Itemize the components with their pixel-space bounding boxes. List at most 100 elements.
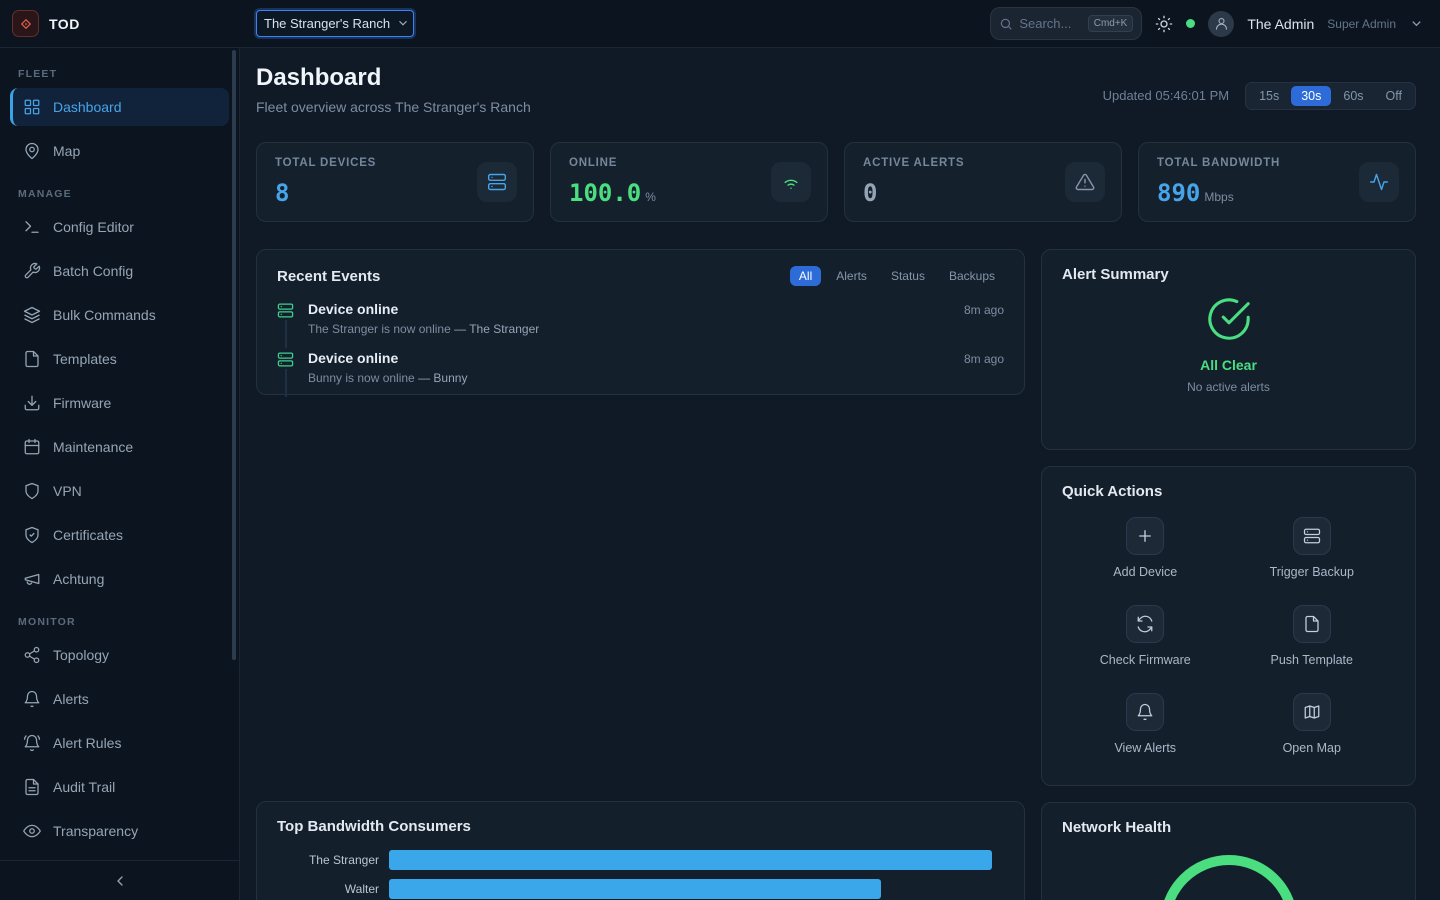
timeline-rail xyxy=(285,320,287,348)
sidebar-item-config-editor[interactable]: Config Editor xyxy=(10,208,229,246)
chevron-left-icon xyxy=(112,873,128,889)
map-pin-icon xyxy=(23,142,41,160)
theme-toggle-button[interactable] xyxy=(1155,15,1173,33)
sidebar-item-topology[interactable]: Topology xyxy=(10,636,229,674)
sidebar-section-fleet: FLEET xyxy=(18,68,221,80)
check-circle-icon xyxy=(1206,296,1252,347)
refresh-option-off[interactable]: Off xyxy=(1376,86,1412,106)
event-title: Device online xyxy=(308,350,951,366)
quick-action-label: Check Firmware xyxy=(1100,653,1191,667)
sidebar-scrollbar[interactable] xyxy=(232,50,236,660)
alert-detail-text: No active alerts xyxy=(1187,380,1270,394)
stat-value: 890 xyxy=(1157,179,1200,207)
sidebar-item-batch-config[interactable]: Batch Config xyxy=(10,252,229,290)
fleet-selector[interactable]: The Stranger's Ranch xyxy=(256,10,414,37)
refresh-option-60s[interactable]: 60s xyxy=(1333,86,1373,106)
calendar-icon xyxy=(23,438,41,456)
alert-summary-card: Alert Summary All Clear No active alerts xyxy=(1041,249,1416,450)
sidebar-item-audit-trail[interactable]: Audit Trail xyxy=(10,768,229,806)
server-icon xyxy=(477,162,517,202)
user-role: Super Admin xyxy=(1327,17,1396,31)
sidebar-item-transparency[interactable]: Transparency xyxy=(10,812,229,850)
sidebar-item-label: Audit Trail xyxy=(53,779,115,795)
event-detail: Bunny is now online xyxy=(308,371,415,385)
stat-unit: Mbps xyxy=(1204,190,1233,204)
bandwidth-row: Walter xyxy=(277,879,1004,899)
sidebar-item-alert-rules[interactable]: Alert Rules xyxy=(10,724,229,762)
eye-icon xyxy=(23,822,41,840)
quick-action-label: Open Map xyxy=(1283,741,1341,755)
sidebar-item-firmware[interactable]: Firmware xyxy=(10,384,229,422)
sidebar-item-templates[interactable]: Templates xyxy=(10,340,229,378)
quick-actions-title: Quick Actions xyxy=(1062,483,1162,500)
sidebar-item-achtung[interactable]: Achtung xyxy=(10,560,229,598)
sidebar-item-alerts[interactable]: Alerts xyxy=(10,680,229,718)
quick-action-push-template[interactable]: Push Template xyxy=(1229,605,1396,667)
bandwidth-row: The Stranger xyxy=(277,850,1004,870)
bandwidth-device-label: Walter xyxy=(277,882,389,896)
bandwidth-bar[interactable] xyxy=(389,850,992,870)
sidebar-item-label: Alert Rules xyxy=(53,735,121,751)
refresh-icon xyxy=(1126,605,1164,643)
updated-timestamp: Updated 05:46:01 PM xyxy=(1103,88,1229,103)
event-row[interactable]: Device online The Stranger is now online… xyxy=(277,296,1004,345)
quick-action-open-map[interactable]: Open Map xyxy=(1229,693,1396,755)
recent-events-card: Recent Events All Alerts Status Backups … xyxy=(256,249,1025,395)
sidebar-item-label: VPN xyxy=(53,483,82,499)
fleet-selector-wrap: The Stranger's Ranch xyxy=(256,10,414,37)
sidebar-item-label: Topology xyxy=(53,647,109,663)
file-icon xyxy=(23,350,41,368)
quick-actions-card: Quick Actions Add Device Trigger Backup … xyxy=(1041,466,1416,786)
main-content: Dashboard Fleet overview across The Stra… xyxy=(240,48,1440,900)
sidebar-section-manage: MANAGE xyxy=(18,188,221,200)
refresh-option-30s[interactable]: 30s xyxy=(1291,86,1331,106)
bandwidth-card: Top Bandwidth Consumers The Stranger Wal… xyxy=(256,801,1025,900)
user-menu-chevron-icon[interactable] xyxy=(1409,16,1424,31)
user-icon xyxy=(1214,16,1229,31)
sun-icon xyxy=(1155,15,1173,33)
avatar[interactable] xyxy=(1208,11,1234,37)
quick-action-label: View Alerts xyxy=(1114,741,1176,755)
sidebar-item-label: Certificates xyxy=(53,527,123,543)
filter-backups[interactable]: Backups xyxy=(940,266,1004,286)
quick-action-label: Trigger Backup xyxy=(1270,565,1354,579)
bell-ring-icon xyxy=(23,734,41,752)
refresh-option-15s[interactable]: 15s xyxy=(1249,86,1289,106)
page-header: Dashboard Fleet overview across The Stra… xyxy=(256,64,1416,115)
download-icon xyxy=(23,394,41,412)
stat-active-alerts: ACTIVE ALERTS 0 xyxy=(844,142,1122,222)
event-row[interactable]: Device online Bunny is now online — Bunn… xyxy=(277,345,1004,394)
shield-check-icon xyxy=(23,526,41,544)
bell-icon xyxy=(23,690,41,708)
bandwidth-bar[interactable] xyxy=(389,879,881,899)
sidebar-item-vpn[interactable]: VPN xyxy=(10,472,229,510)
sidebar-item-label: Bulk Commands xyxy=(53,307,156,323)
event-device: — The Stranger xyxy=(454,322,539,336)
sidebar: FLEET Dashboard Map MANAGE Config Editor… xyxy=(0,48,240,900)
stat-value: 0 xyxy=(863,179,877,207)
map-icon xyxy=(1293,693,1331,731)
quick-action-trigger-backup[interactable]: Trigger Backup xyxy=(1229,517,1396,579)
search-box[interactable]: Cmd+K xyxy=(990,7,1142,40)
network-health-card: Network Health 100 xyxy=(1041,802,1416,900)
sidebar-item-maintenance[interactable]: Maintenance xyxy=(10,428,229,466)
wrench-icon xyxy=(23,262,41,280)
sidebar-item-bulk-commands[interactable]: Bulk Commands xyxy=(10,296,229,334)
plus-icon xyxy=(1126,517,1164,555)
sidebar-item-certificates[interactable]: Certificates xyxy=(10,516,229,554)
filter-alerts[interactable]: Alerts xyxy=(827,266,876,286)
sidebar-item-label: Transparency xyxy=(53,823,138,839)
quick-action-add-device[interactable]: Add Device xyxy=(1062,517,1229,579)
quick-action-check-firmware[interactable]: Check Firmware xyxy=(1062,605,1229,667)
sidebar-item-label: Firmware xyxy=(53,395,111,411)
sidebar-item-label: Maintenance xyxy=(53,439,133,455)
sidebar-item-label: Dashboard xyxy=(53,99,122,115)
filter-all[interactable]: All xyxy=(790,266,821,286)
sidebar-collapse-button[interactable] xyxy=(0,860,239,900)
quick-action-view-alerts[interactable]: View Alerts xyxy=(1062,693,1229,755)
sidebar-item-dashboard[interactable]: Dashboard xyxy=(10,88,229,126)
wifi-icon xyxy=(771,162,811,202)
sidebar-item-map[interactable]: Map xyxy=(10,132,229,170)
filter-status[interactable]: Status xyxy=(882,266,934,286)
search-input[interactable] xyxy=(1019,16,1081,31)
